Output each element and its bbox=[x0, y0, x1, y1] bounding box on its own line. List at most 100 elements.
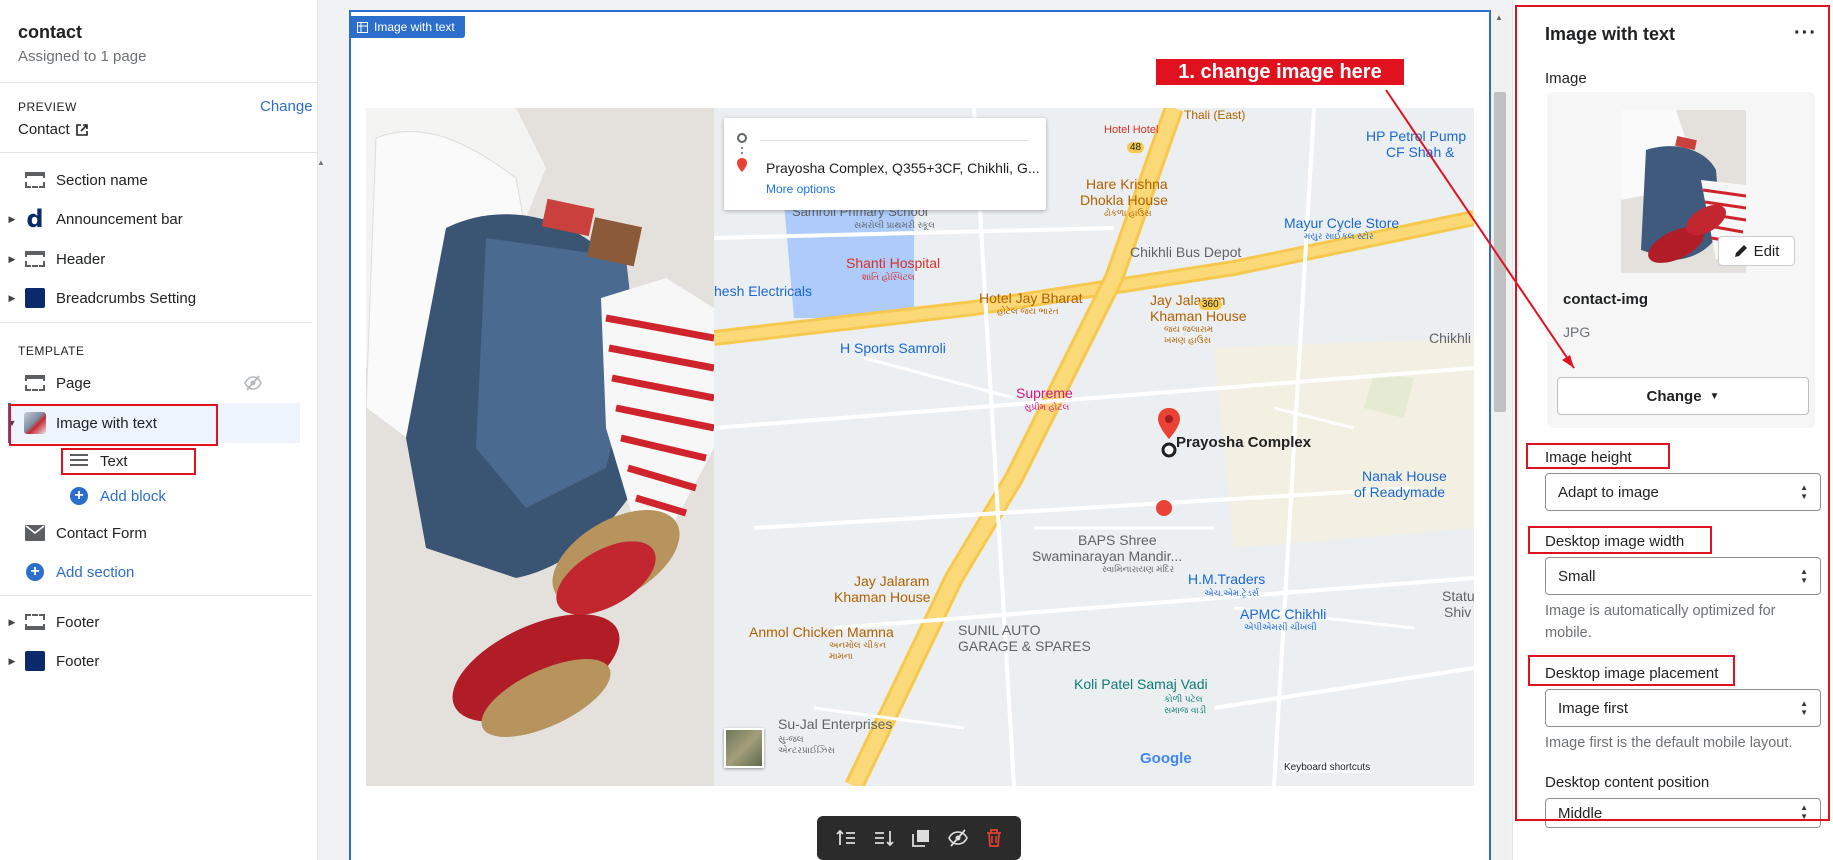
clothing-photo bbox=[366, 108, 714, 786]
template-item-label: Contact Form bbox=[56, 524, 147, 542]
plus-circle-icon: + bbox=[68, 486, 90, 506]
road-marker: 360 bbox=[1199, 299, 1222, 310]
duplicate-icon[interactable] bbox=[912, 829, 930, 847]
annotation-box bbox=[1515, 5, 1830, 821]
eye-hidden-icon[interactable] bbox=[244, 374, 262, 392]
map-label: Mayur Cycle Store bbox=[1284, 215, 1400, 231]
map-label: Chikhli bbox=[1429, 330, 1472, 346]
expand-caret-icon[interactable]: ▶ bbox=[0, 617, 24, 628]
add-section-label: Add section bbox=[56, 563, 135, 581]
preview-label: PREVIEW bbox=[18, 100, 77, 114]
map-label: Jay Jalaram bbox=[854, 573, 930, 589]
section-badge-label: Image with text bbox=[374, 20, 455, 34]
map-label: CF Shah & bbox=[1386, 144, 1455, 160]
expand-caret-icon[interactable]: ▶ bbox=[0, 656, 24, 667]
preview-value[interactable]: Contact bbox=[18, 121, 88, 138]
map-label: Hotel Hotel bbox=[1104, 124, 1159, 136]
map-label: Khaman House bbox=[834, 589, 931, 605]
divider bbox=[0, 152, 318, 153]
map-label: BAPS Shree bbox=[1078, 532, 1157, 548]
section-toolbar bbox=[817, 816, 1021, 860]
scroll-up-arrow-icon[interactable]: ▲ bbox=[1495, 13, 1503, 22]
header-icon bbox=[24, 249, 46, 269]
map-pin-label: Prayosha Complex bbox=[1176, 434, 1312, 451]
section-item-label: Header bbox=[56, 250, 106, 268]
expand-caret-icon[interactable]: ▶ bbox=[0, 254, 24, 265]
map-label: એપીએમસી ચીખલી bbox=[1244, 622, 1317, 632]
delete-icon[interactable] bbox=[986, 829, 1002, 847]
map-label: Shanti Hospital bbox=[846, 255, 941, 271]
map-place-card: Prayosha Complex, Q355+3CF, Chikhli, G..… bbox=[724, 118, 1046, 210]
divider bbox=[760, 140, 1028, 141]
mail-icon bbox=[24, 523, 46, 543]
map-label: Supreme bbox=[1016, 385, 1073, 401]
annotation-box bbox=[1526, 443, 1670, 469]
d-logo-icon: d bbox=[26, 205, 44, 233]
navy-square-icon bbox=[24, 288, 46, 308]
map-label: Anmol Chicken Mamna bbox=[749, 624, 894, 640]
page-title: contact bbox=[18, 22, 83, 42]
map-label: એચ.એમ.ટ્રેડર્સ bbox=[1204, 588, 1260, 598]
move-up-icon[interactable] bbox=[836, 829, 856, 847]
plus-circle-icon: + bbox=[24, 562, 46, 582]
keyboard-shortcuts-link[interactable]: Keyboard shortcuts bbox=[1284, 762, 1371, 773]
scroll-up-arrow-icon[interactable]: ▲ bbox=[317, 158, 325, 167]
add-block-button[interactable]: + Add block bbox=[44, 479, 344, 513]
map-label: SUNIL AUTO bbox=[958, 622, 1041, 638]
map-label: Hotel Jay Bharat bbox=[979, 290, 1083, 306]
section-item-announcement-bar[interactable]: ▶ d Announcement bar bbox=[0, 202, 300, 236]
section-item-label: Section name bbox=[56, 171, 148, 189]
map-label: અનમોલ ચીકન મામના bbox=[829, 640, 886, 661]
annotation-label: 1. change image here bbox=[1154, 57, 1406, 87]
map-label: કોળી પટેલ સમાજ વાડી bbox=[1164, 694, 1207, 715]
section-item-breadcrumbs-setting[interactable]: ▶ Breadcrumbs Setting bbox=[0, 281, 300, 315]
preview-scrollbar-thumb[interactable] bbox=[1494, 92, 1506, 412]
grid-icon bbox=[357, 21, 368, 33]
section-item-label: Breadcrumbs Setting bbox=[56, 289, 197, 307]
route-icon bbox=[737, 133, 747, 172]
map-label: Chikhli Bus Depot bbox=[1130, 244, 1242, 260]
map-label: સમરોલી પ્રાથમરી સ્કૂલ bbox=[854, 220, 936, 230]
map-label: Khaman House bbox=[1150, 308, 1247, 324]
map-label: સુ-જલ એન્ટરપ્રાઈઝિસ bbox=[778, 734, 835, 755]
annotation-box bbox=[61, 448, 196, 475]
expand-caret-icon[interactable]: ▶ bbox=[0, 293, 24, 304]
template-item-page[interactable]: Page bbox=[0, 366, 300, 400]
expand-caret-icon[interactable]: ▶ bbox=[0, 214, 24, 225]
section-item-header[interactable]: ▶ Header bbox=[0, 242, 300, 276]
map-label: સ્વામિનારાયણ મંદિર bbox=[1102, 564, 1175, 574]
map-label: HP Petrol Pump bbox=[1366, 128, 1467, 144]
template-label: TEMPLATE bbox=[18, 344, 85, 358]
footer-icon bbox=[24, 612, 46, 632]
divider bbox=[0, 82, 318, 83]
external-link-icon bbox=[75, 123, 88, 136]
divider bbox=[0, 322, 312, 323]
add-section-button[interactable]: + Add section bbox=[0, 555, 300, 589]
map-label: GARAGE & SPARES bbox=[958, 638, 1091, 654]
map-label: Statu bbox=[1442, 588, 1474, 604]
map-label: hesh Electricals bbox=[714, 283, 813, 299]
template-item-contact-form[interactable]: Contact Form bbox=[0, 516, 300, 550]
map-label: Hare Krishna bbox=[1086, 176, 1168, 192]
map-label: ઢોકળા હાઉસ bbox=[1104, 208, 1152, 218]
move-down-icon[interactable] bbox=[874, 829, 894, 847]
map-label: હોટેલ જય ભારત bbox=[997, 306, 1059, 316]
road-marker: 48 bbox=[1127, 142, 1145, 153]
more-options-link[interactable]: More options bbox=[766, 182, 835, 196]
satellite-toggle[interactable] bbox=[724, 728, 764, 768]
map-label: શાંતિ હોસ્પિટલ bbox=[862, 272, 915, 282]
place-address: Prayosha Complex, Q355+3CF, Chikhli, G..… bbox=[766, 160, 1040, 176]
map-label: Koli Patel Samaj Vadi bbox=[1074, 676, 1208, 692]
section-item-footer-2[interactable]: ▶ Footer bbox=[0, 644, 300, 678]
hide-icon[interactable] bbox=[948, 829, 968, 847]
preview-change-link[interactable]: Change bbox=[260, 98, 313, 115]
navy-square-icon bbox=[24, 651, 46, 671]
map-label: Nanak House bbox=[1362, 468, 1447, 484]
section-image[interactable] bbox=[366, 108, 714, 786]
map-label: of Readymade bbox=[1354, 484, 1446, 500]
map-label: Su-Jal Enterprises bbox=[778, 716, 893, 732]
google-logo: Google bbox=[1140, 750, 1192, 767]
map-label: મયુર સાઈકલ સ્ટોર bbox=[1304, 231, 1374, 241]
section-item-footer-1[interactable]: ▶ Footer bbox=[0, 605, 300, 639]
section-item-section-name[interactable]: Section name bbox=[0, 163, 300, 197]
